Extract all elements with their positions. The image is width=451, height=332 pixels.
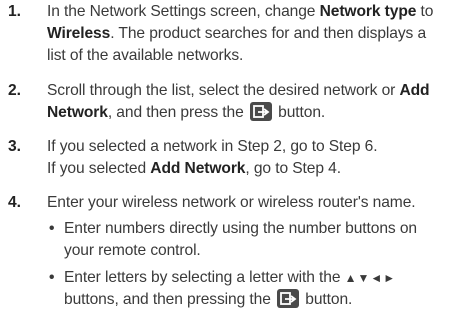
step-number: 4. xyxy=(8,194,21,211)
text: , go to Step 4. xyxy=(245,160,341,177)
text: If you selected xyxy=(47,160,151,177)
text: In the Network Settings screen, change xyxy=(47,3,320,20)
text: button. xyxy=(305,291,353,308)
list-item: • Enter letters by selecting a letter wi… xyxy=(47,267,443,311)
text: Enter your wireless network or wireless … xyxy=(47,194,416,211)
bullet: • xyxy=(49,269,55,286)
text: , and then press the xyxy=(107,104,244,121)
text: Enter letters by selecting a letter with… xyxy=(64,269,341,286)
step-text: If you selected a network in Step 2, go … xyxy=(47,136,443,180)
bold-term: Network type xyxy=(319,3,417,20)
text: button. xyxy=(278,104,326,121)
bullet-list: • Enter numbers directly using the numbe… xyxy=(47,218,443,311)
step-2: 2. Scroll through the list, select the d… xyxy=(0,80,443,124)
step-4: 4. Enter your wireless network or wirele… xyxy=(0,192,443,316)
bullet: • xyxy=(49,220,55,237)
bold-term: Wireless xyxy=(47,25,111,42)
arrow-buttons-icon: ▲▼◄► xyxy=(344,271,397,285)
bold-term: Add Network xyxy=(150,160,246,177)
enter-button-icon xyxy=(277,289,300,308)
step-text: In the Network Settings screen, change N… xyxy=(47,1,443,67)
instruction-page: 1. In the Network Settings screen, chang… xyxy=(0,0,451,332)
step-number: 2. xyxy=(8,82,21,99)
list-item: • Enter numbers directly using the numbe… xyxy=(47,218,443,262)
text-line: If you selected Add Network, go to Step … xyxy=(47,158,443,180)
step-number: 3. xyxy=(8,138,21,155)
step-3: 3. If you selected a network in Step 2, … xyxy=(0,136,443,180)
text: Enter numbers directly using the number … xyxy=(64,220,417,259)
text: If you selected a network in Step 2, go … xyxy=(47,138,378,155)
text: Scroll through the list, select the desi… xyxy=(47,82,400,99)
text: to xyxy=(416,3,434,20)
step-number: 1. xyxy=(8,3,21,20)
step-text: Enter your wireless network or wireless … xyxy=(47,192,443,311)
step-1: 1. In the Network Settings screen, chang… xyxy=(0,1,443,67)
text: buttons, and then pressing the xyxy=(64,291,271,308)
enter-button-icon xyxy=(249,102,272,121)
step-text: Scroll through the list, select the desi… xyxy=(47,80,443,124)
